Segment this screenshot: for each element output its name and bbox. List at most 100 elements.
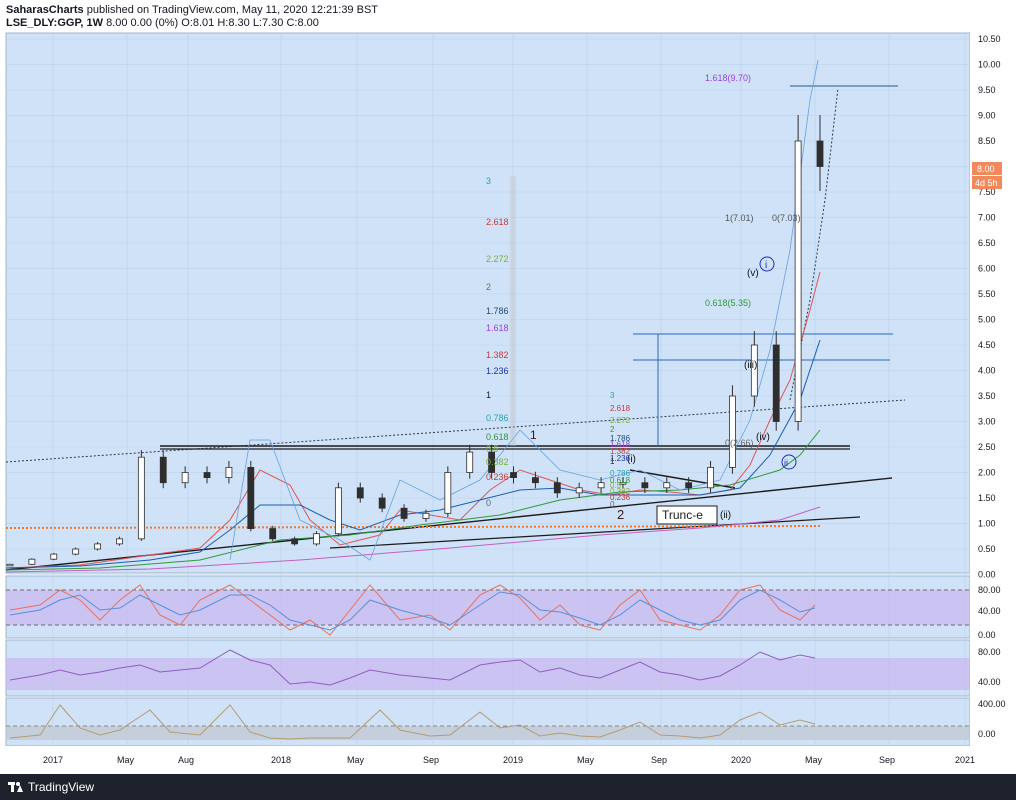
fib-extension-label-small: 3 xyxy=(610,391,615,400)
fib-extension-label: 0 xyxy=(486,498,491,508)
footer: TradingView xyxy=(0,774,1016,800)
fib-1-label: 1(7.01) xyxy=(725,213,754,223)
price-tick-label: 10.00 xyxy=(978,60,1001,70)
fib-extension-label: 3 xyxy=(486,176,491,186)
candle-body xyxy=(422,512,430,519)
candle-body xyxy=(575,487,583,494)
candle-body xyxy=(641,482,649,489)
wave-ii-label: (ii) xyxy=(720,510,731,521)
symbol[interactable]: LSE_DLY:GGP, xyxy=(6,17,83,29)
time-tick-label: 2021 xyxy=(955,755,975,765)
price-tick-label: 10.50 xyxy=(978,34,1001,44)
fib-extension-label: 0.786 xyxy=(486,413,509,423)
fib-extension-label: 2 xyxy=(486,282,491,292)
candle-body xyxy=(444,472,452,514)
price-badge-value: 8.00 xyxy=(977,164,995,174)
rsi-axis-label: 80.00 xyxy=(978,585,1001,595)
wave-circle-i-label: i xyxy=(765,260,767,271)
price-tick-label: 9.00 xyxy=(978,111,996,121)
wave-circle-ii-label: ii xyxy=(784,458,788,468)
time-tick-label: 2017 xyxy=(43,755,63,765)
publisher-name[interactable]: SaharasCharts xyxy=(6,4,84,16)
fib-extension-label: 1.236 xyxy=(486,366,509,376)
time-tick-label: Sep xyxy=(879,755,895,765)
price-tick-label: 1.50 xyxy=(978,493,996,503)
candle-body xyxy=(203,472,211,478)
rsi-axis-label: 40.00 xyxy=(978,606,1001,616)
candle-body xyxy=(400,507,408,519)
candle-body xyxy=(6,563,14,567)
price-tick-label: 2.50 xyxy=(978,442,996,452)
candle-body xyxy=(181,472,189,484)
fib-0-label: 0(7.03) xyxy=(772,213,801,223)
time-tick-label: Aug xyxy=(178,755,194,765)
price-tick-label: 5.50 xyxy=(978,289,996,299)
fib-extension-label: 0.236 xyxy=(486,472,509,482)
candle-body xyxy=(663,482,671,489)
osc-axis-label: 0.00 xyxy=(978,729,996,739)
price-chart[interactable]: 10.5010.009.509.008.508.007.507.006.506.… xyxy=(0,0,1016,774)
fib-0266-label: 0(2.66) xyxy=(725,438,754,448)
fib-extension-label-small: 2 xyxy=(610,425,615,434)
time-tick-label: 2018 xyxy=(271,755,291,765)
candle-body xyxy=(159,456,167,484)
fib-extension-label: 0.618 xyxy=(486,432,509,442)
price-tick-label: 8.50 xyxy=(978,136,996,146)
interval[interactable]: 1W xyxy=(87,17,104,29)
footer-brand[interactable]: TradingView xyxy=(28,780,94,794)
candle-body xyxy=(597,482,605,489)
osc-axis-label: 400.00 xyxy=(978,699,1006,709)
time-tick-label: May xyxy=(805,755,823,765)
fib-extension-labels-small: 32.6182.27221.7861.6181.3821.23610.7860.… xyxy=(610,391,631,509)
fib-extension-label: 2.618 xyxy=(486,217,509,227)
price-tick-label: 6.00 xyxy=(978,264,996,274)
candle-body xyxy=(291,538,298,545)
candle-body xyxy=(356,487,364,499)
candle-body xyxy=(247,466,255,529)
candle-body xyxy=(532,477,539,484)
price-tick-label: 4.50 xyxy=(978,340,996,350)
fib-extension-label: 1.618 xyxy=(486,323,509,333)
wave-1-label: 1 xyxy=(530,428,537,442)
price-tick-label: 0.50 xyxy=(978,544,996,554)
fib-extension-label: 2.272 xyxy=(486,254,509,264)
candle-body xyxy=(50,553,58,560)
candle-body xyxy=(269,528,277,540)
price-tick-label: 5.00 xyxy=(978,315,996,325)
rsi2-band xyxy=(6,658,970,690)
rsi-axis-label: 0.00 xyxy=(978,630,996,640)
candle-body xyxy=(313,533,320,545)
time-tick-label: Sep xyxy=(423,755,439,765)
publisher-line: SaharasCharts published on TradingView.c… xyxy=(6,4,378,16)
fib-extension-label-small: 2.272 xyxy=(610,416,631,425)
rsi2-axis-label: 80.00 xyxy=(978,647,1001,657)
candle-body xyxy=(707,466,714,489)
time-tick-label: 2019 xyxy=(503,755,523,765)
candle-body xyxy=(225,466,233,478)
wave-2-label: 2 xyxy=(617,507,624,522)
candle-body xyxy=(378,497,386,509)
time-tick-label: Sep xyxy=(651,755,667,765)
time-tick-label: May xyxy=(347,755,365,765)
osc-band xyxy=(6,726,970,740)
tradingview-logo-icon[interactable] xyxy=(8,780,24,794)
time-tick-label: 2020 xyxy=(731,755,751,765)
time-tick-label: May xyxy=(577,755,595,765)
fib-extension-label: 0.5 xyxy=(486,444,499,454)
price-tick-label: 1.00 xyxy=(978,519,996,529)
wave-v-label: (v) xyxy=(747,268,759,279)
price-tick-label: 9.50 xyxy=(978,85,996,95)
candle-body xyxy=(816,140,824,167)
fib-top-label: 1.618(9.70) xyxy=(705,73,751,83)
price-tick-label: 3.50 xyxy=(978,391,996,401)
fib-extension-label: 1.786 xyxy=(486,306,509,316)
fib-0618-label: 0.618(5.35) xyxy=(705,298,751,308)
candle-body xyxy=(794,140,802,422)
countdown-badge-value: 4d 5h xyxy=(975,178,998,188)
price-tick-label: 0.00 xyxy=(978,570,996,580)
wave-iii-label: (iii) xyxy=(744,360,757,371)
price-tick-label: 7.00 xyxy=(978,213,996,223)
published-text: published on TradingView.com, May 11, 20… xyxy=(86,4,378,16)
fib-extension-label: 0.382 xyxy=(486,457,509,467)
time-tick-label: May xyxy=(117,755,135,765)
